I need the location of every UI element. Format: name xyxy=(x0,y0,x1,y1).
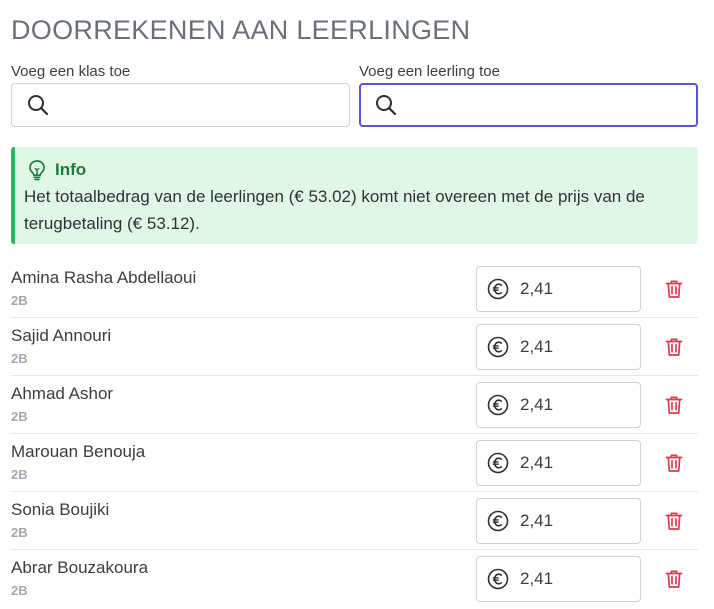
student-class: 2B xyxy=(11,351,28,366)
student-class: 2B xyxy=(11,525,28,540)
student-class: 2B xyxy=(11,583,28,598)
amount-value: 2,41 xyxy=(520,569,554,588)
page-title: DOORREKENEN AAN LEERLINGEN xyxy=(11,15,471,45)
amount-field[interactable]: 2,41 xyxy=(476,556,641,602)
amount-value: 2,41 xyxy=(520,337,554,356)
class-search-input[interactable] xyxy=(56,83,349,127)
trash-icon[interactable] xyxy=(663,452,685,474)
trash-icon[interactable] xyxy=(663,394,685,416)
trash-icon[interactable] xyxy=(663,278,685,300)
student-row: Sajid Annouri 2B 2,41 xyxy=(11,318,698,376)
amount-field[interactable]: 2,41 xyxy=(476,382,641,428)
search-icon xyxy=(28,95,49,116)
lightbulb-icon xyxy=(29,160,45,181)
amount-field[interactable]: 2,41 xyxy=(476,266,641,312)
search-icon xyxy=(376,95,397,116)
trash-icon[interactable] xyxy=(663,336,685,358)
euro-icon xyxy=(487,452,509,474)
class-search-box[interactable] xyxy=(11,83,350,127)
student-row: Amina Rasha Abdellaoui 2B 2,41 xyxy=(11,260,698,318)
info-alert: Info Het totaalbedrag van de leerlingen … xyxy=(11,147,698,244)
student-name: Marouan Benouja xyxy=(11,442,146,461)
euro-icon xyxy=(487,336,509,358)
student-name: Sajid Annouri xyxy=(11,326,112,345)
student-search-input[interactable] xyxy=(404,84,696,126)
amount-value: 2,41 xyxy=(520,395,554,414)
student-name: Ahmad Ashor xyxy=(11,384,114,403)
student-row: Marouan Benouja 2B 2,41 xyxy=(11,434,698,492)
student-class: 2B xyxy=(11,467,28,482)
amount-field[interactable]: 2,41 xyxy=(476,324,641,370)
info-title: Info xyxy=(55,160,87,179)
trash-icon[interactable] xyxy=(663,510,685,532)
student-name: Sonia Boujiki xyxy=(11,500,110,519)
amount-field[interactable]: 2,41 xyxy=(476,498,641,544)
student-row: Sonia Boujiki 2B 2,41 xyxy=(11,492,698,550)
student-class: 2B xyxy=(11,409,28,424)
student-name: Amina Rasha Abdellaoui xyxy=(11,268,197,287)
info-message: Het totaalbedrag van de leerlingen (€ 53… xyxy=(24,187,645,233)
student-name: Abrar Bouzakoura xyxy=(11,558,149,577)
student-search-label: Voeg een leerling toe xyxy=(359,63,500,80)
amount-field[interactable]: 2,41 xyxy=(476,440,641,486)
student-search-box[interactable] xyxy=(359,83,698,127)
info-header: Info xyxy=(27,159,86,181)
class-search-label: Voeg een klas toe xyxy=(11,63,131,80)
amount-value: 2,41 xyxy=(520,453,554,472)
student-row: Ahmad Ashor 2B 2,41 xyxy=(11,376,698,434)
euro-icon xyxy=(487,510,509,532)
student-class: 2B xyxy=(11,293,28,308)
euro-icon xyxy=(487,278,509,300)
euro-icon xyxy=(487,394,509,416)
student-row: Abrar Bouzakoura 2B 2,41 xyxy=(11,550,698,608)
euro-icon xyxy=(487,568,509,590)
amount-value: 2,41 xyxy=(520,511,554,530)
amount-value: 2,41 xyxy=(520,279,554,298)
trash-icon[interactable] xyxy=(663,568,685,590)
